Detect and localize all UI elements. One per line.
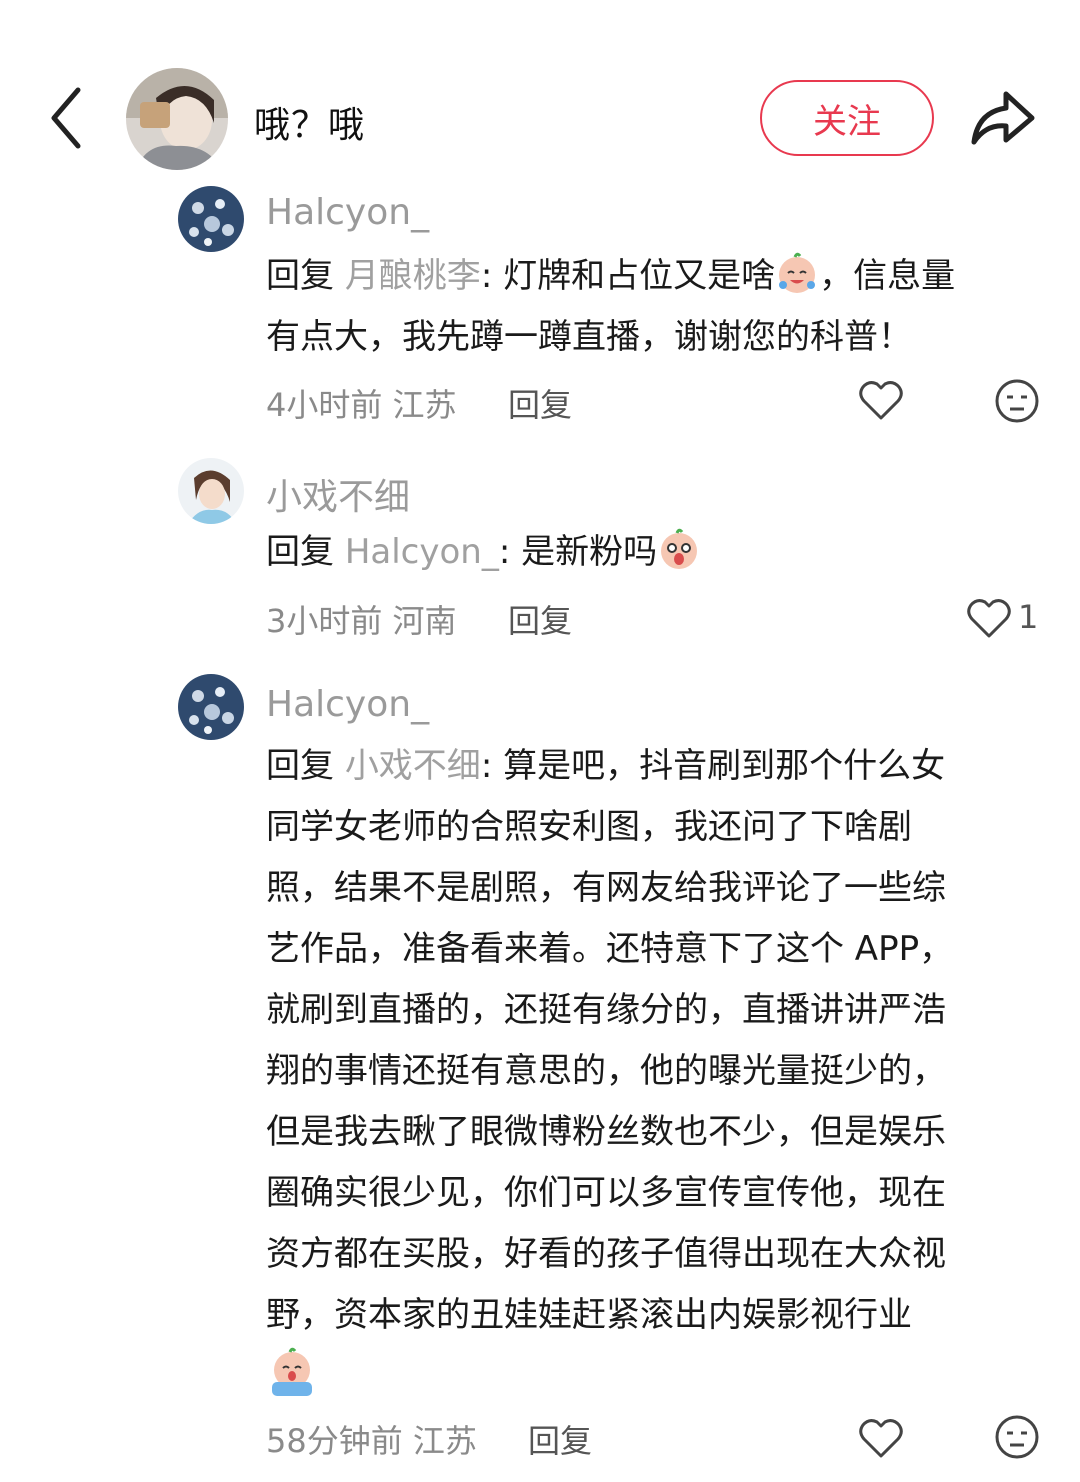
reply-button[interactable]: 回复 <box>508 380 572 426</box>
comment-text-line: 圈确实很少见，你们可以多宣传宣传他，现在 <box>266 1173 946 1213</box>
comment-text-line: 就刷到直播的，还挺有缘分的，直播讲讲严浩 <box>266 990 946 1030</box>
comment-text-line: 翔的事情还挺有意思的，他的曝光量挺少的， <box>266 1051 946 1091</box>
like-heart-icon[interactable] <box>858 378 904 426</box>
commenter-avatar[interactable] <box>178 186 244 252</box>
comment-text-line: 照，结果不是剧照，有网友给我评论了一些综 <box>266 868 946 908</box>
commenter-avatar[interactable] <box>178 458 244 524</box>
reply-prefix: 回复 <box>266 532 334 572</box>
like-heart-icon[interactable] <box>966 596 1012 644</box>
comment-text-part: ，信息量 <box>819 256 956 296</box>
comment-time: 58分钟前 <box>266 1422 403 1460</box>
top-bar: 哦？哦 关注 <box>0 0 1080 190</box>
reaction-emoji-icon[interactable] <box>994 378 1040 428</box>
comment-text-part: : 算是吧，抖音刷到那个什么女 <box>480 746 946 786</box>
author-name[interactable]: 哦？哦 <box>254 96 365 148</box>
commenter-name[interactable]: 小戏不细 <box>266 468 410 520</box>
follow-button[interactable]: 关注 <box>760 80 934 156</box>
comment-meta: 3小时前 河南 <box>266 596 457 642</box>
comment-time: 3小时前 <box>266 602 383 640</box>
surprised-emoji-icon <box>657 527 701 571</box>
comment-text-part: : 灯牌和占位又是啥 <box>480 256 776 296</box>
comment-location: 江苏 <box>392 386 457 424</box>
comment-location: 河南 <box>392 602 457 640</box>
mention-link[interactable]: 小戏不细 <box>345 746 481 786</box>
crying-emoji-icon <box>266 1346 318 1398</box>
like-heart-icon[interactable] <box>858 1416 904 1464</box>
reply-prefix: 回复 <box>266 746 334 786</box>
comment-meta: 58分钟前 江苏 <box>266 1416 477 1462</box>
author-avatar[interactable] <box>126 68 228 170</box>
mention-link[interactable]: Halcyon_ <box>345 532 499 572</box>
commenter-name[interactable]: Halcyon_ <box>266 192 429 233</box>
reply-prefix: 回复 <box>266 256 334 296</box>
comment-text: 回复 小戏不细: 算是吧，抖音刷到那个什么女 同学女老师的合照安利图，我还问了下… <box>266 736 1056 1410</box>
comment-location: 江苏 <box>412 1422 477 1460</box>
commenter-avatar[interactable] <box>178 674 244 740</box>
comment-text: 回复 月酿桃李: 灯牌和占位又是啥 ，信息量 有点大，我先蹲一蹲直播，谢谢您的科普… <box>266 246 1046 368</box>
crying-laughing-emoji-icon <box>775 251 819 295</box>
back-arrow-icon[interactable] <box>40 82 100 154</box>
comment-text-line: 有点大，我先蹲一蹲直播，谢谢您的科普！ <box>266 317 912 357</box>
like-count: 1 <box>1018 598 1039 636</box>
reply-button[interactable]: 回复 <box>508 596 572 642</box>
comment-time: 4小时前 <box>266 386 383 424</box>
comment-text: 回复 Halcyon_: 是新粉吗 <box>266 522 1046 583</box>
comment-text-line: 资方都在买股，好看的孩子值得出现在大众视 <box>266 1234 946 1274</box>
comment-text-line: 野，资本家的丑娃娃赶紧滚出内娱影视行业 <box>266 1295 912 1335</box>
reaction-emoji-icon[interactable] <box>994 1414 1040 1464</box>
comment-text-line: 但是我去瞅了眼微博粉丝数也不少，但是娱乐 <box>266 1112 946 1152</box>
comment-meta: 4小时前 江苏 <box>266 380 457 426</box>
commenter-name[interactable]: Halcyon_ <box>266 684 429 725</box>
mention-link[interactable]: 月酿桃李 <box>345 256 481 296</box>
comment-text-line: 艺作品，准备看来着。还特意下了这个 APP， <box>266 929 954 969</box>
share-icon[interactable] <box>966 84 1038 150</box>
comment-text-part: : 是新粉吗 <box>498 532 658 572</box>
reply-button[interactable]: 回复 <box>528 1416 592 1462</box>
comment-text-line: 同学女老师的合照安利图，我还问了下啥剧 <box>266 807 912 847</box>
